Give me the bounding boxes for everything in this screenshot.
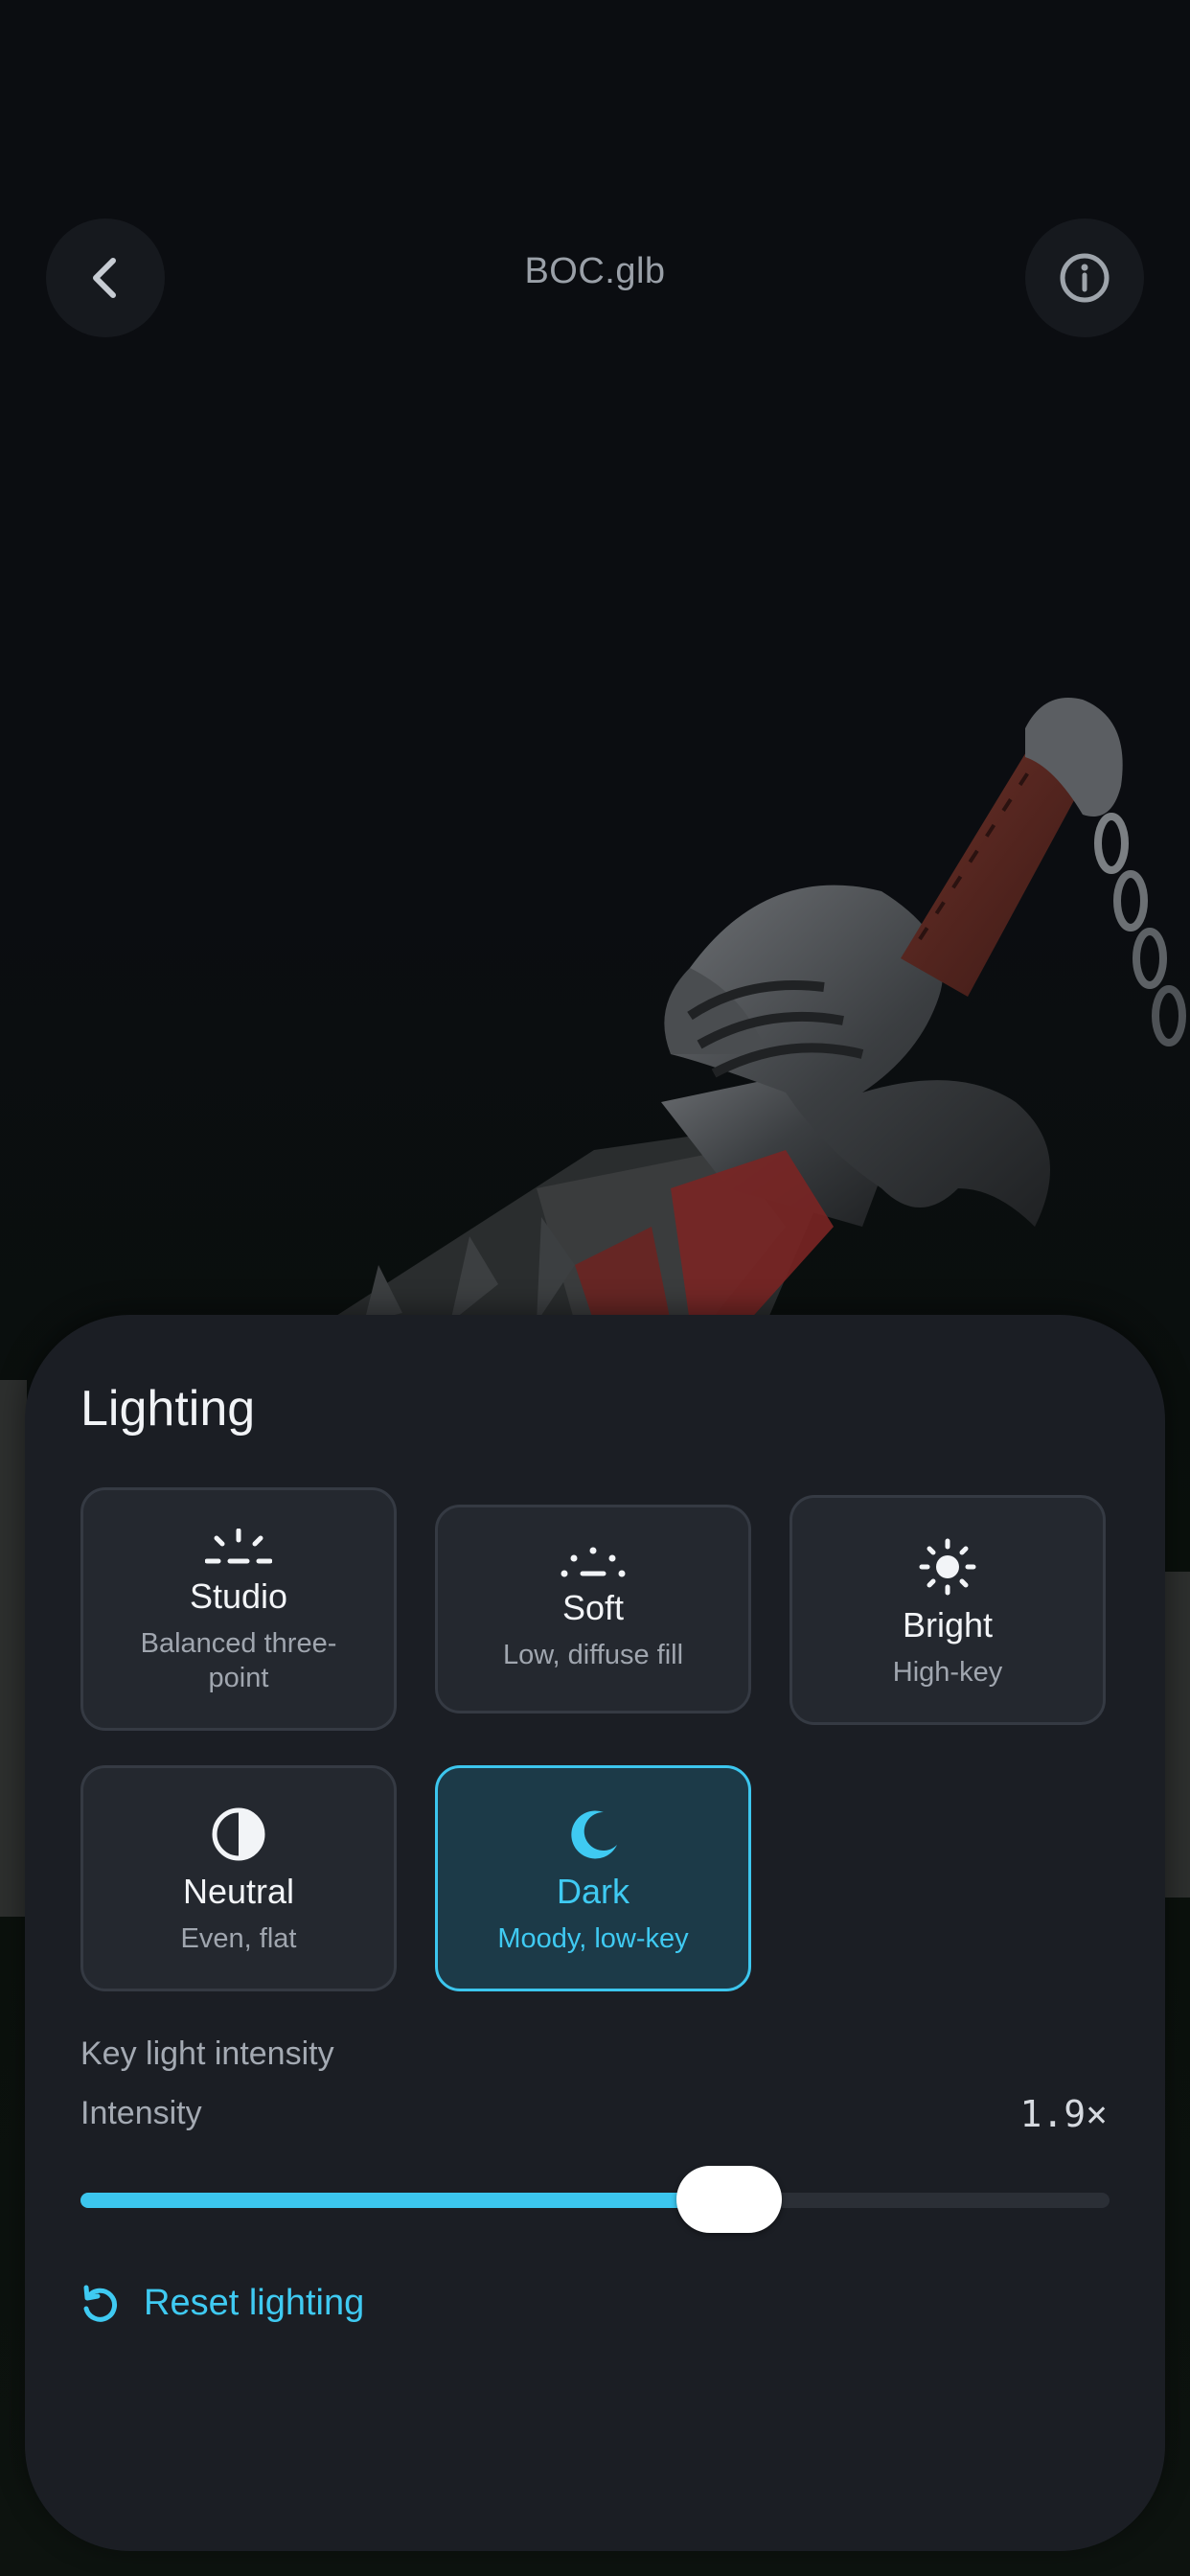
intensity-value: 1.9× [1019,2093,1108,2135]
contrast-icon [212,1807,265,1861]
preset-dark[interactable]: Dark Moody, low-key [435,1765,751,1991]
lighting-sheet: Lighting Studio Balanced three-point Sof… [25,1315,1165,2551]
key-light-label: Key light intensity [80,2036,334,2072]
preset-name: Studio [189,1576,288,1616]
intensity-label: Intensity [80,2095,202,2131]
reset-lighting-button[interactable]: Reset lighting [80,2283,364,2324]
reset-lighting-label: Reset lighting [144,2283,365,2323]
preset-desc: Even, flat [180,1923,297,1954]
preset-neutral[interactable]: Neutral Even, flat [80,1765,397,1991]
preset-soft[interactable]: Soft Low, diffuse fill [435,1505,751,1714]
moon-icon [571,1810,617,1859]
intensity-slider[interactable] [80,2166,1110,2233]
soft-light-icon [561,1547,626,1577]
file-title: BOC.glb [524,251,666,291]
info-button[interactable] [1025,218,1144,337]
preset-bright[interactable]: Bright High-key [790,1495,1106,1725]
preset-desc: Moody, low-key [497,1923,689,1954]
preset-name: Bright [902,1605,994,1644]
rotate-ccw-icon [83,2285,118,2322]
sunrise-icon [205,1529,272,1564]
sheet-title: Lighting [80,1381,256,1437]
slider-fill [80,2193,729,2208]
preset-name: Dark [556,1872,629,1911]
preset-desc: Balanced three-point [140,1628,337,1693]
info-icon [1060,253,1110,303]
slider-thumb[interactable] [675,2166,782,2233]
preset-desc: High-key [892,1657,1003,1688]
preset-name: Soft [561,1588,625,1627]
preset-studio[interactable]: Studio Balanced three-point [80,1487,397,1731]
preset-desc: Low, diffuse fill [502,1640,684,1670]
sun-icon [919,1538,976,1596]
preset-name: Neutral [182,1872,295,1911]
